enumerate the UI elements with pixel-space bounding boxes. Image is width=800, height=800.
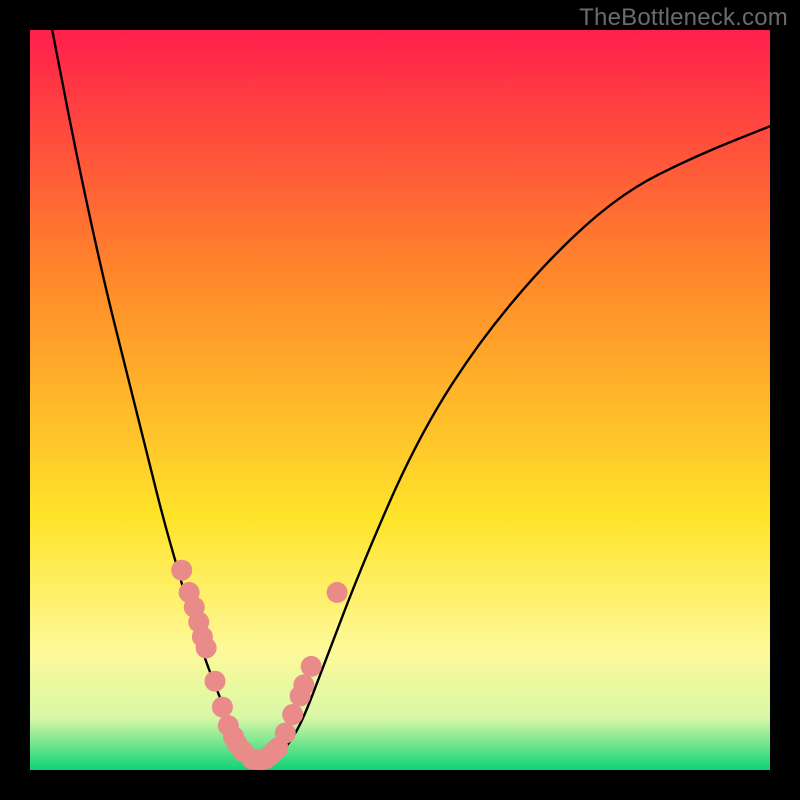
data-marker (212, 697, 233, 718)
data-marker (293, 674, 314, 695)
data-marker (301, 656, 322, 677)
data-marker (205, 671, 226, 692)
data-marker (171, 560, 192, 581)
chart-plot-area (30, 30, 770, 770)
data-marker (282, 704, 303, 725)
data-marker (275, 723, 296, 744)
watermark-text: TheBottleneck.com (579, 4, 788, 32)
chart-background (30, 30, 770, 770)
data-marker (327, 582, 348, 603)
chart-svg (30, 30, 770, 770)
data-marker (196, 637, 217, 658)
